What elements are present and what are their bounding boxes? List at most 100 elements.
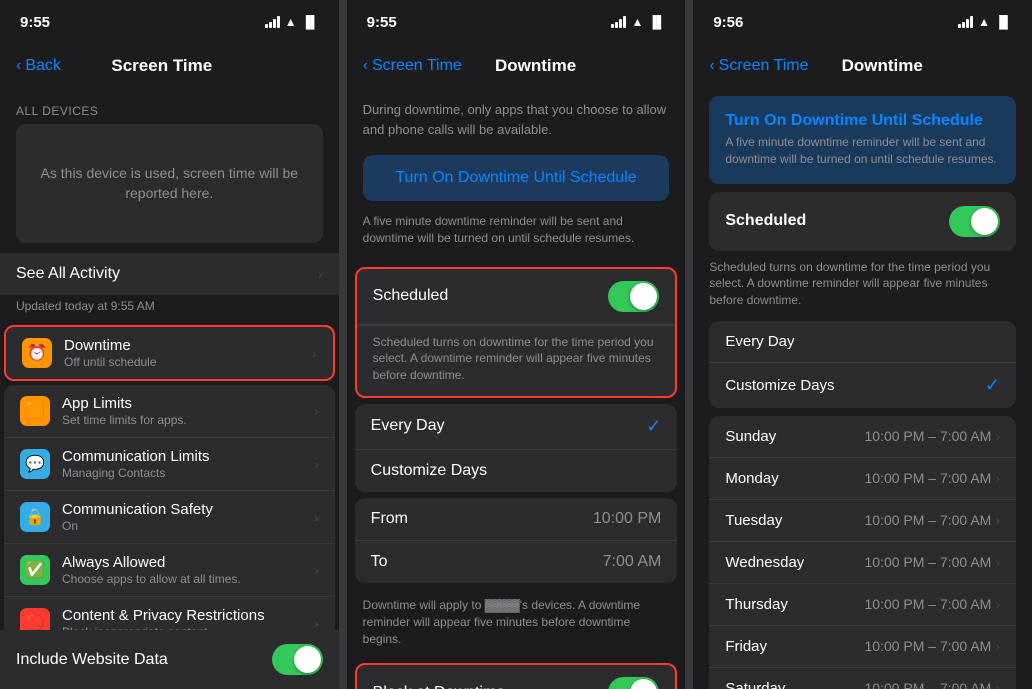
time-3: 9:56	[713, 14, 743, 31]
activity-preview-text: As this device is used, screen time will…	[41, 165, 299, 201]
blue-btn-sub-3: A five minute downtime reminder will be …	[725, 134, 1000, 168]
bar3b	[619, 19, 622, 28]
saturday-row[interactable]: Saturday 10:00 PM – 7:00 AM ›	[709, 668, 1016, 689]
comm-limits-text: Communication Limits Managing Contacts	[62, 448, 314, 480]
monday-value: 10:00 PM – 7:00 AM	[864, 470, 991, 486]
friday-value-wrap: 10:00 PM – 7:00 AM ›	[864, 638, 1000, 654]
friday-value: 10:00 PM – 7:00 AM	[864, 638, 991, 654]
monday-value-wrap: 10:00 PM – 7:00 AM ›	[864, 470, 1000, 486]
panel-screen-time: 9:55 ▲ ▐▌ ‹ Back Screen Time ALL DEVICES…	[0, 0, 339, 689]
nav-title-2: Downtime	[402, 56, 670, 76]
panel-downtime-customize: 9:56 ▲ ▐▌ ‹ Screen Time Downtime Turn On…	[693, 0, 1032, 689]
comm-safety-subtitle: On	[62, 519, 314, 533]
scheduled-label: Scheduled	[373, 287, 449, 305]
panel-downtime: 9:55 ▲ ▐▌ ‹ Screen Time Downtime During …	[347, 0, 686, 689]
bar1b	[611, 24, 614, 28]
block-toggle[interactable]	[608, 677, 659, 689]
menu-item-downtime[interactable]: ⏰ Downtime Off until schedule ›	[4, 325, 335, 381]
from-label: From	[371, 510, 408, 528]
content-privacy-title: Content & Privacy Restrictions	[62, 607, 314, 624]
app-limits-subtitle: Set time limits for apps.	[62, 413, 314, 427]
block-downtime-row[interactable]: Block at Downtime	[357, 665, 676, 689]
tuesday-row[interactable]: Tuesday 10:00 PM – 7:00 AM ›	[709, 500, 1016, 542]
scheduled-row[interactable]: Scheduled	[357, 269, 676, 325]
sunday-label: Sunday	[725, 428, 776, 445]
scheduled-toggle-3[interactable]	[949, 206, 1000, 237]
friday-chevron: ›	[995, 638, 1000, 654]
status-bar-1: 9:55 ▲ ▐▌	[0, 0, 339, 44]
from-row[interactable]: From 10:00 PM	[355, 498, 678, 541]
time-2: 9:55	[367, 14, 397, 31]
friday-row[interactable]: Friday 10:00 PM – 7:00 AM ›	[709, 626, 1016, 668]
app-limits-chevron: ›	[314, 403, 319, 419]
wednesday-row[interactable]: Wednesday 10:00 PM – 7:00 AM ›	[709, 542, 1016, 584]
turn-on-downtime-btn[interactable]: Turn On Downtime Until Schedule	[363, 155, 670, 201]
monday-chevron: ›	[995, 470, 1000, 486]
every-day-row-3[interactable]: Every Day	[709, 321, 1016, 363]
every-day-row[interactable]: Every Day ✓	[355, 404, 678, 450]
to-row[interactable]: To 7:00 AM	[355, 541, 678, 583]
every-day-check: ✓	[646, 416, 661, 437]
scheduled-row-3[interactable]: Scheduled	[709, 192, 1016, 251]
to-label: To	[371, 553, 388, 571]
menu-item-comm-limits[interactable]: 💬 Communication Limits Managing Contacts…	[4, 438, 335, 491]
wednesday-value-wrap: 10:00 PM – 7:00 AM ›	[864, 554, 1000, 570]
signal-bars-2	[611, 16, 626, 28]
wifi-icon-3: ▲	[978, 15, 990, 29]
include-website-toggle[interactable]	[272, 644, 323, 675]
sunday-value: 10:00 PM – 7:00 AM	[864, 428, 991, 444]
comm-safety-icon: 🔒	[20, 502, 50, 532]
status-bar-2: 9:55 ▲ ▐▌	[347, 0, 686, 44]
status-icons-3: ▲ ▐▌	[958, 15, 1012, 29]
turn-on-downtime-btn-3[interactable]: Turn On Downtime Until Schedule A five m…	[709, 96, 1016, 184]
comm-safety-title: Communication Safety	[62, 501, 314, 518]
block-label: Block at Downtime	[373, 684, 506, 689]
thursday-row[interactable]: Thursday 10:00 PM – 7:00 AM ›	[709, 584, 1016, 626]
chevron-see-all: ›	[318, 266, 323, 282]
menu-item-app-limits[interactable]: 🟧 App Limits Set time limits for apps. ›	[4, 385, 335, 438]
menu-item-always-allowed[interactable]: ✅ Always Allowed Choose apps to allow at…	[4, 544, 335, 597]
menu-item-downtime-inner[interactable]: ⏰ Downtime Off until schedule ›	[6, 327, 333, 379]
blue-btn-sub: A five minute downtime reminder will be …	[347, 213, 686, 263]
customize-days-row[interactable]: Customize Days	[355, 450, 678, 492]
bar4	[277, 16, 280, 28]
tuesday-value-wrap: 10:00 PM – 7:00 AM ›	[864, 512, 1000, 528]
tuesday-value: 10:00 PM – 7:00 AM	[864, 512, 991, 528]
back-arrow-icon-3: ‹	[709, 57, 714, 75]
see-all-label: See All Activity	[16, 265, 120, 283]
scheduled-desc-3: Scheduled turns on downtime for the time…	[693, 253, 1032, 319]
signal-bars-1	[265, 16, 280, 28]
tuesday-chevron: ›	[995, 512, 1000, 528]
apply-note: Downtime will apply to ▓▓▓▓'s devices. A…	[347, 589, 686, 659]
menu-group-other: 🟧 App Limits Set time limits for apps. ›…	[4, 385, 335, 630]
always-allowed-icon: ✅	[20, 555, 50, 585]
app-limits-text: App Limits Set time limits for apps.	[62, 395, 314, 427]
nav-title-3: Downtime	[748, 56, 1016, 76]
bar3	[273, 19, 276, 28]
always-allowed-text: Always Allowed Choose apps to allow at a…	[62, 554, 314, 586]
customize-days-row-3[interactable]: Customize Days ✓	[709, 363, 1016, 408]
monday-row[interactable]: Monday 10:00 PM – 7:00 AM ›	[709, 458, 1016, 500]
panel-divider-2	[685, 0, 693, 689]
always-allowed-chevron: ›	[314, 562, 319, 578]
menu-item-comm-safety[interactable]: 🔒 Communication Safety On ›	[4, 491, 335, 544]
menu-item-content-privacy[interactable]: 🚫 Content & Privacy Restrictions Block i…	[4, 597, 335, 630]
scheduled-toggle[interactable]	[608, 281, 659, 312]
wednesday-value: 10:00 PM – 7:00 AM	[864, 554, 991, 570]
wednesday-chevron: ›	[995, 554, 1000, 570]
tuesday-label: Tuesday	[725, 512, 782, 529]
nav-bar-2: ‹ Screen Time Downtime	[347, 44, 686, 88]
always-allowed-subtitle: Choose apps to allow at all times.	[62, 572, 314, 586]
saturday-value: 10:00 PM – 7:00 AM	[864, 680, 991, 689]
bar1	[265, 24, 268, 28]
comm-safety-text: Communication Safety On	[62, 501, 314, 533]
customize-days-label-3: Customize Days	[725, 377, 834, 394]
sunday-row[interactable]: Sunday 10:00 PM – 7:00 AM ›	[709, 416, 1016, 458]
see-all-button[interactable]: See All Activity ›	[0, 253, 339, 295]
from-value: 10:00 PM	[593, 510, 661, 528]
status-icons-2: ▲ ▐▌	[611, 15, 665, 29]
downtime-title: Downtime	[64, 337, 312, 354]
scheduled-desc: Scheduled turns on downtime for the time…	[357, 325, 676, 396]
bar2b	[615, 22, 618, 28]
bar4b	[623, 16, 626, 28]
